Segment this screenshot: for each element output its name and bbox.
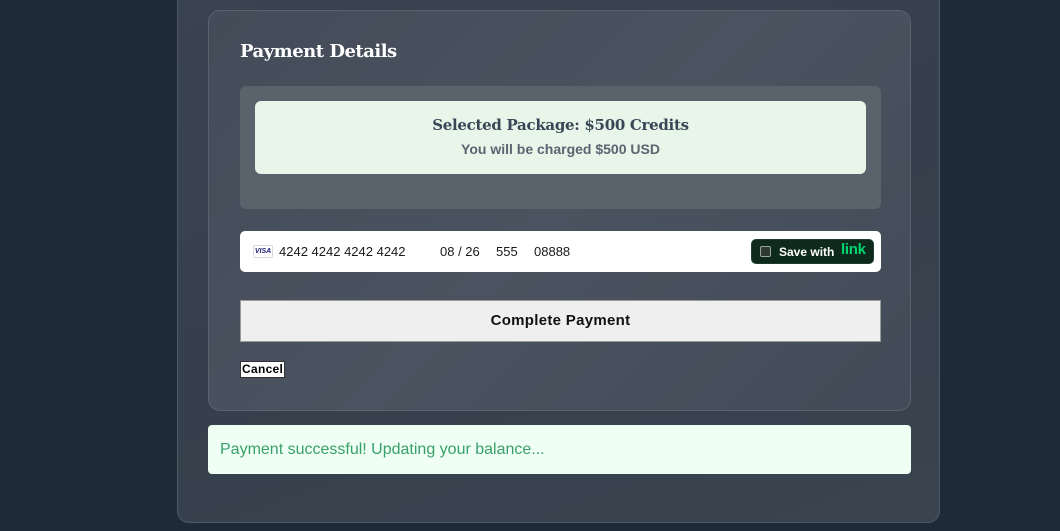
complete-payment-button[interactable]: Complete Payment xyxy=(240,300,881,342)
link-logo: link xyxy=(841,241,866,258)
cancel-button[interactable]: Cancel xyxy=(240,361,286,378)
save-with-link-checkbox[interactable] xyxy=(760,246,771,257)
card-expiry-input[interactable]: 08 / 26 xyxy=(440,243,480,260)
card-cvc-input[interactable]: 555 xyxy=(496,243,518,260)
card-number-input[interactable]: 4242 4242 4242 4242 xyxy=(279,243,406,260)
card-element[interactable]: VISA 4242 4242 4242 4242 08 / 26 555 088… xyxy=(240,231,881,272)
payment-success-message: Payment successful! Updating your balanc… xyxy=(208,425,911,474)
card-zip-input[interactable]: 08888 xyxy=(534,243,570,260)
visa-card-icon: VISA xyxy=(253,245,273,258)
selected-package-title: Selected Package: $500 Credits xyxy=(432,116,689,134)
save-with-link-button[interactable]: Save with link xyxy=(751,239,874,264)
payment-form-card: Payment Details Selected Package: $500 C… xyxy=(208,10,911,411)
payment-title: Payment Details xyxy=(240,41,397,62)
charge-amount-text: You will be charged $500 USD xyxy=(461,141,660,157)
package-summary-container: Selected Package: $500 Credits You will … xyxy=(240,86,881,209)
selected-package-box: Selected Package: $500 Credits You will … xyxy=(255,101,866,174)
save-with-label: Save with xyxy=(779,245,835,259)
